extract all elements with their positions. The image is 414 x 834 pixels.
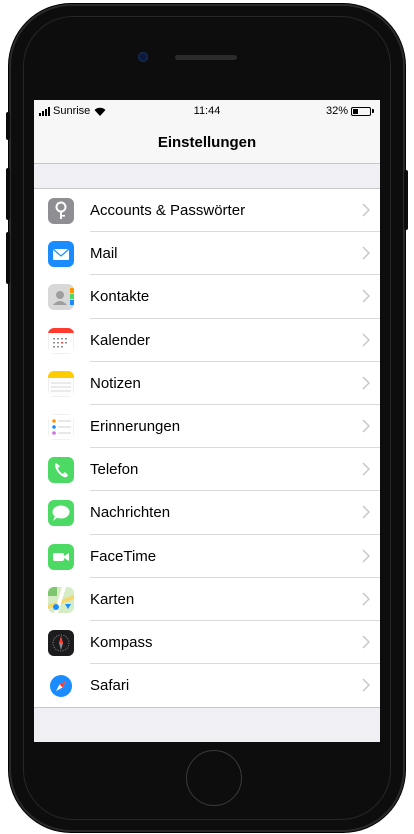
battery-cap xyxy=(372,109,374,113)
mute-switch xyxy=(6,112,10,140)
settings-list: Accounts & Passwörter Mail Kontakte Kale… xyxy=(34,188,380,709)
chevron-right-icon xyxy=(362,678,370,692)
calendar-icon xyxy=(48,327,74,354)
earpiece-speaker xyxy=(175,55,237,60)
power-button xyxy=(404,170,408,230)
settings-row-notes[interactable]: Notizen xyxy=(34,362,380,405)
front-camera xyxy=(138,52,148,62)
settings-row-accounts[interactable]: Accounts & Passwörter xyxy=(34,189,380,233)
maps-icon xyxy=(48,586,74,613)
screen: Sunrise 11:44 32% Einstellungen Accounts… xyxy=(34,100,380,742)
status-right: 32% xyxy=(326,105,374,117)
chevron-right-icon xyxy=(362,203,370,217)
settings-row-calendar[interactable]: Kalender xyxy=(34,319,380,362)
battery-percentage: 32% xyxy=(325,105,348,117)
settings-row-label: Kompass xyxy=(90,633,153,651)
settings-row-mail[interactable]: Mail xyxy=(34,232,380,276)
chevron-right-icon xyxy=(362,289,370,303)
chevron-right-icon xyxy=(362,635,370,649)
volume-down-button xyxy=(6,232,10,284)
chevron-right-icon xyxy=(362,419,370,433)
settings-row-contacts[interactable]: Kontakte xyxy=(34,275,380,319)
page-title: Einstellungen xyxy=(157,134,257,151)
settings-row-safari[interactable]: Safari xyxy=(34,664,380,707)
battery-icon xyxy=(351,106,371,116)
settings-row-messages[interactable]: Nachrichten xyxy=(34,491,380,535)
settings-row-label: Safari xyxy=(90,677,130,695)
status-bar: Sunrise 11:44 32% xyxy=(34,100,380,122)
settings-row-label: Notizen xyxy=(90,374,141,392)
notes-icon xyxy=(48,370,74,397)
key-icon xyxy=(48,198,74,224)
chevron-right-icon xyxy=(362,246,370,260)
settings-row-compass[interactable]: Kompass xyxy=(34,621,380,665)
chevron-right-icon xyxy=(362,333,370,347)
settings-row-maps[interactable]: Karten xyxy=(34,578,380,621)
compass-icon xyxy=(48,629,74,656)
settings-row-reminders[interactable]: Erinnerungen xyxy=(34,405,380,449)
settings-row-label: Telefon xyxy=(90,461,139,479)
chevron-right-icon xyxy=(362,505,370,519)
home-button[interactable] xyxy=(186,750,242,806)
phone-icon xyxy=(48,457,74,484)
settings-row-label: Kalender xyxy=(90,331,151,349)
settings-row-facetime[interactable]: FaceTime xyxy=(34,535,380,578)
chevron-right-icon xyxy=(362,592,370,606)
battery-fill xyxy=(353,108,358,114)
settings-row-label: Accounts & Passwörter xyxy=(90,202,246,219)
settings-row-label: Nachrichten xyxy=(90,504,171,522)
settings-row-phone[interactable]: Telefon xyxy=(34,448,380,492)
volume-up-button xyxy=(6,168,10,220)
safari-icon xyxy=(48,673,74,700)
facetime-icon xyxy=(48,543,74,570)
chevron-right-icon xyxy=(362,376,370,390)
navigation-bar: Einstellungen xyxy=(34,122,380,164)
contacts-icon xyxy=(48,284,74,311)
messages-icon xyxy=(48,500,74,527)
settings-row-label: Mail xyxy=(90,245,118,263)
reminders-icon xyxy=(48,413,74,440)
settings-row-label: Karten xyxy=(90,590,135,608)
chevron-right-icon xyxy=(362,548,370,563)
settings-row-label: FaceTime xyxy=(90,547,157,565)
chevron-right-icon xyxy=(362,462,370,476)
mail-icon xyxy=(48,241,74,268)
settings-row-label: Kontakte xyxy=(90,288,150,306)
settings-row-label: Erinnerungen xyxy=(90,417,181,435)
